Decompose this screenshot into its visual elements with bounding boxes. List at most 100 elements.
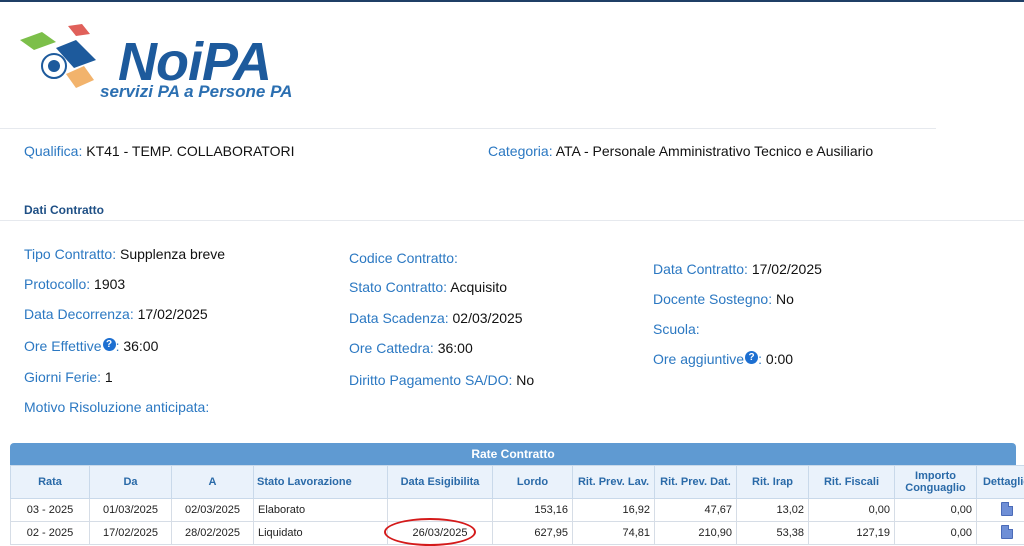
help-icon[interactable]: ? — [102, 338, 116, 351]
field-scuola: Scuola: — [653, 321, 700, 337]
cell-importo-conguaglio: 0,00 — [894, 521, 977, 545]
table-header-row: Rata Da A Stato Lavorazione Data Esigibi… — [10, 465, 1024, 499]
document-icon[interactable] — [1000, 524, 1013, 539]
col-header-lordo[interactable]: Lordo — [492, 465, 573, 499]
field-label: Giorni Ferie: — [24, 369, 102, 385]
rate-table: Rata Da A Stato Lavorazione Data Esigibi… — [10, 465, 1024, 545]
col-header-rit-fiscali[interactable]: Rit. Fiscali — [808, 465, 895, 499]
categoria-field: Categoria: ATA - Personale Amministrativ… — [488, 143, 873, 159]
field-label: Scuola: — [653, 321, 700, 337]
cell-da: 01/03/2025 — [89, 498, 172, 522]
categoria-value: ATA - Personale Amministrativo Tecnico e… — [555, 143, 874, 159]
field-value: 0:00 — [765, 351, 794, 367]
col-header-rit-irap[interactable]: Rit. Irap — [736, 465, 809, 499]
help-icon[interactable]: ? — [745, 351, 759, 364]
field-label: Diritto Pagamento SA/DO: — [349, 372, 513, 388]
field-label: Motivo Risoluzione anticipata: — [24, 399, 210, 415]
rate-contratto-panel: Rate Contratto Rata Da A Stato Lavorazio… — [10, 443, 1024, 545]
field-docente-sostegno: Docente Sostegno: No — [653, 291, 794, 307]
categoria-label: Categoria: — [488, 143, 553, 159]
header-divider — [0, 128, 936, 129]
cell-lordo: 627,95 — [492, 521, 573, 545]
field-tipo-contratto: Tipo Contratto: Supplenza breve — [24, 246, 225, 262]
cell-stato: Elaborato — [253, 498, 388, 522]
cell-data-esigibilita: 26/03/2025 — [387, 521, 493, 545]
field-label: Protocollo: — [24, 276, 91, 292]
col-header-data-esigibilita[interactable]: Data Esigibilita — [387, 465, 493, 499]
col-header-rit-prev-lav[interactable]: Rit. Prev. Lav. — [572, 465, 655, 499]
cell-data-esigibilita — [387, 498, 493, 522]
field-data-scadenza: Data Scadenza: 02/03/2025 — [349, 310, 523, 326]
qualifica-label: Qualifica: — [24, 143, 83, 159]
cell-a: 28/02/2025 — [171, 521, 254, 545]
field-protocollo: Protocollo: 1903 — [24, 276, 125, 292]
table-row: 03 - 2025 01/03/2025 02/03/2025 Elaborat… — [10, 498, 1024, 522]
field-colon: : — [115, 338, 120, 354]
cell-rit-prev-lav: 74,81 — [572, 521, 655, 545]
field-ore-cattedra: Ore Cattedra: 36:00 — [349, 340, 473, 356]
field-data-contratto: Data Contratto: 17/02/2025 — [653, 261, 822, 277]
field-value: 17/02/2025 — [751, 261, 822, 277]
cell-dettaglio — [976, 521, 1024, 545]
field-value: 1 — [104, 369, 113, 385]
qualifica-field: Qualifica: KT41 - TEMP. COLLABORATORI — [24, 143, 295, 159]
col-header-rit-prev-dat[interactable]: Rit. Prev. Dat. — [654, 465, 737, 499]
cell-rata: 02 - 2025 — [10, 521, 90, 545]
field-label: Ore Effettive — [24, 338, 102, 354]
field-value: 17/02/2025 — [137, 306, 208, 322]
section-title-dati-contratto: Dati Contratto — [24, 203, 104, 217]
col-header-stato-lavorazione[interactable]: Stato Lavorazione — [253, 465, 388, 499]
cell-da: 17/02/2025 — [89, 521, 172, 545]
field-label: Docente Sostegno: — [653, 291, 773, 307]
col-header-dettaglio: Dettaglio — [976, 465, 1024, 499]
field-value: 36:00 — [123, 338, 159, 354]
field-value: Supplenza breve — [119, 246, 226, 262]
cell-rit-irap: 53,38 — [736, 521, 809, 545]
logo-mark-icon — [20, 24, 96, 88]
field-stato-contratto: Stato Contratto: Acquisito — [349, 279, 507, 295]
cell-rit-prev-lav: 16,92 — [572, 498, 655, 522]
cell-rit-irap: 13,02 — [736, 498, 809, 522]
field-label: Ore aggiuntive — [653, 351, 745, 367]
cell-lordo: 153,16 — [492, 498, 573, 522]
cell-rit-fiscali: 0,00 — [808, 498, 895, 522]
logo-tagline: servizi PA a Persone PA — [100, 82, 293, 101]
cell-rata: 03 - 2025 — [10, 498, 90, 522]
top-border — [0, 0, 1024, 2]
cell-a: 02/03/2025 — [171, 498, 254, 522]
col-header-importo-conguaglio[interactable]: Importo Conguaglio — [894, 465, 977, 499]
table-row: 02 - 2025 17/02/2025 28/02/2025 Liquidat… — [10, 521, 1024, 545]
field-label: Codice Contratto: — [349, 250, 458, 266]
col-header-rata[interactable]: Rata — [10, 465, 90, 499]
section-divider — [0, 220, 1024, 221]
field-value: 02/03/2025 — [452, 310, 523, 326]
rate-table-title: Rate Contratto — [10, 443, 1016, 465]
field-label: Ore Cattedra: — [349, 340, 434, 356]
cell-rit-fiscali: 127,19 — [808, 521, 895, 545]
cell-rit-prev-dat: 47,67 — [654, 498, 737, 522]
field-ore-effettive: Ore Effettive?: 36:00 — [24, 338, 158, 354]
document-icon[interactable] — [1000, 501, 1013, 516]
field-ore-aggiuntive: Ore aggiuntive?: 0:00 — [653, 351, 793, 367]
cell-dettaglio — [976, 498, 1024, 522]
field-giorni-ferie: Giorni Ferie: 1 — [24, 369, 113, 385]
field-value: No — [516, 372, 535, 388]
noipa-logo[interactable]: NoiPA servizi PA a Persone PA — [18, 22, 308, 108]
field-data-decorrenza: Data Decorrenza: 17/02/2025 — [24, 306, 208, 322]
cell-stato: Liquidato — [253, 521, 388, 545]
col-header-da[interactable]: Da — [89, 465, 172, 499]
field-motivo-risoluzione: Motivo Risoluzione anticipata: — [24, 399, 209, 415]
field-value: 36:00 — [437, 340, 473, 356]
field-value: Acquisito — [450, 279, 507, 295]
field-codice-contratto: Codice Contratto: — [349, 250, 458, 266]
field-colon: : — [758, 351, 762, 367]
field-label: Data Contratto: — [653, 261, 748, 277]
field-label: Tipo Contratto: — [24, 246, 117, 262]
field-label: Data Scadenza: — [349, 310, 449, 326]
field-label: Stato Contratto: — [349, 279, 448, 295]
cell-importo-conguaglio: 0,00 — [894, 498, 977, 522]
field-value: No — [775, 291, 794, 307]
field-label: Data Decorrenza: — [24, 306, 134, 322]
field-diritto-pagamento: Diritto Pagamento SA/DO: No — [349, 372, 534, 388]
col-header-a[interactable]: A — [171, 465, 254, 499]
